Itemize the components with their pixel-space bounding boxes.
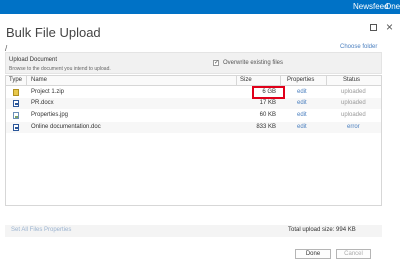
onedrive-link[interactable]: One xyxy=(385,2,400,11)
size-highlight-box xyxy=(252,86,285,99)
newsfeed-link[interactable]: Newsfeed xyxy=(353,2,389,11)
table-row[interactable] xyxy=(6,98,381,109)
header-status[interactable]: Status xyxy=(343,77,360,83)
header-type[interactable]: Type xyxy=(9,77,22,83)
edit-properties-link[interactable]: edit xyxy=(297,100,307,106)
edit-properties-link[interactable]: edit xyxy=(297,89,307,95)
word-doc-icon xyxy=(13,124,19,131)
upload-heading: Upload Document xyxy=(9,57,58,63)
close-icon[interactable]: × xyxy=(386,20,393,34)
file-size: 17 KB xyxy=(259,100,276,106)
edit-properties-link[interactable]: edit xyxy=(297,112,307,118)
zip-file-icon xyxy=(13,89,19,96)
image-file-icon xyxy=(13,112,19,119)
column-separator xyxy=(326,76,327,86)
cancel-button[interactable]: Cancel xyxy=(336,249,371,259)
file-name: Online documentation.doc xyxy=(31,124,101,130)
header-size[interactable]: Size xyxy=(240,77,252,83)
file-name: Properties.jpg xyxy=(31,112,69,118)
dialog-title: Bulk File Upload xyxy=(6,25,101,40)
status-badge: uploaded xyxy=(341,100,366,106)
file-name: PR.docx xyxy=(31,100,54,106)
header-name[interactable]: Name xyxy=(31,77,47,83)
column-separator xyxy=(236,76,237,86)
overwrite-label: Overwrite existing files xyxy=(223,60,284,66)
set-all-properties-link[interactable]: Set All Files Properties xyxy=(11,227,71,233)
column-separator xyxy=(280,76,281,86)
status-badge: uploaded xyxy=(341,89,366,95)
choose-folder-link[interactable]: Choose folder xyxy=(340,44,377,50)
grid-header xyxy=(6,76,381,86)
upload-description: Browse to the document you intend to upl… xyxy=(9,66,111,72)
word-doc-icon xyxy=(13,100,19,107)
file-size: 60 KB xyxy=(259,112,276,118)
edit-properties-link[interactable]: edit xyxy=(297,124,307,130)
file-name: Project 1.zip xyxy=(31,89,65,95)
header-properties[interactable]: Properties xyxy=(287,77,314,83)
status-badge-error[interactable]: error xyxy=(347,124,360,130)
column-separator xyxy=(26,76,27,86)
status-badge: uploaded xyxy=(341,112,366,118)
overwrite-checkbox[interactable]: ✓ xyxy=(213,60,219,66)
maximize-icon[interactable] xyxy=(370,24,377,31)
total-upload-size: Total upload size: 994 KB xyxy=(288,227,356,233)
file-size: 833 KB xyxy=(256,124,276,130)
done-button[interactable]: Done xyxy=(295,249,331,259)
top-navigation-bar xyxy=(0,0,400,14)
